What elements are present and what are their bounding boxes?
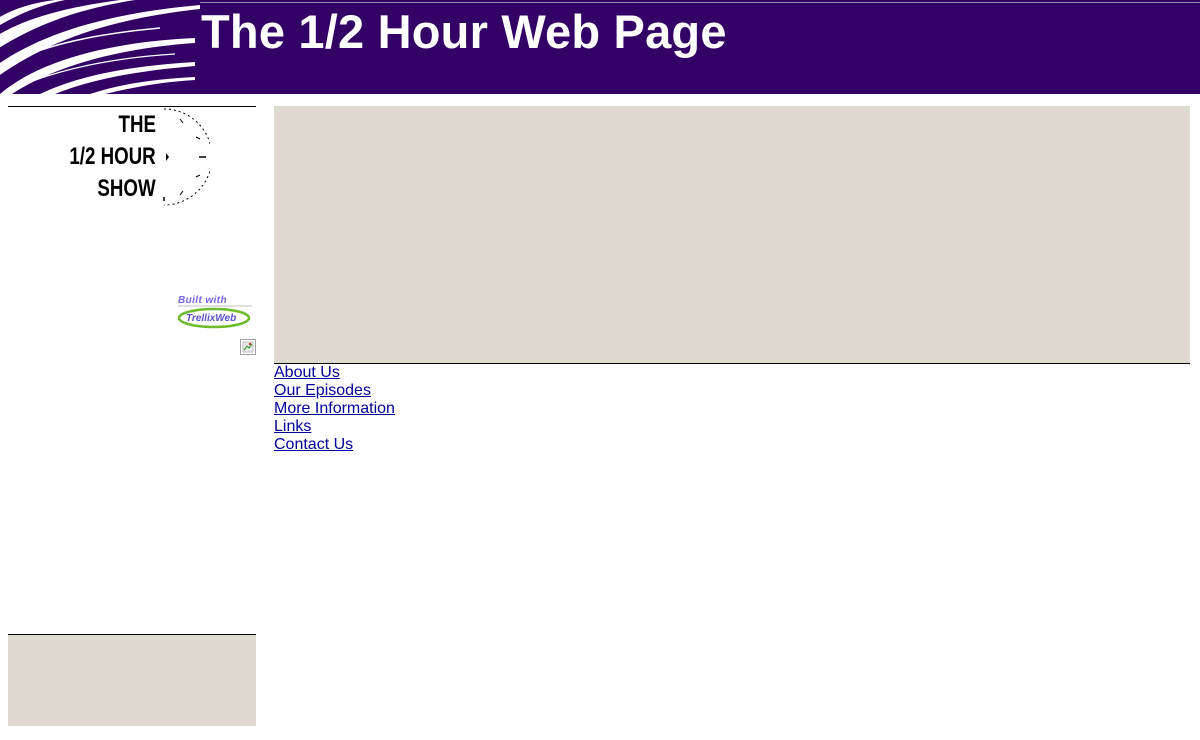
clock-icon <box>163 108 210 206</box>
main-content-panel <box>274 106 1190 363</box>
sidebar-bottom-panel <box>8 635 256 726</box>
main-content-divider <box>274 363 1190 364</box>
logo-line-3: SHOW <box>97 175 156 202</box>
logo-line-1: THE <box>118 111 156 138</box>
show-logo: THE 1/2 HOUR SHOW <box>8 107 256 207</box>
nav-link-about-us[interactable]: About Us <box>274 364 395 382</box>
built-with-trellix-badge[interactable]: Built with TrellixWeb <box>178 295 256 331</box>
swoosh-graphic <box>0 0 200 94</box>
page-header: The 1/2 Hour Web Page <box>0 0 1200 94</box>
nav-link-links[interactable]: Links <box>274 418 395 436</box>
nav-link-our-episodes[interactable]: Our Episodes <box>274 382 395 400</box>
nav-link-more-information[interactable]: More Information <box>274 400 395 418</box>
broken-image-icon <box>240 339 256 355</box>
trellix-logo: TrellixWeb <box>178 305 252 329</box>
nav-link-contact-us[interactable]: Contact Us <box>274 436 395 454</box>
page-title: The 1/2 Hour Web Page <box>201 5 727 58</box>
trellix-logo-text: TrellixWeb <box>186 313 236 324</box>
sidebar: THE 1/2 HOUR SHOW Built with TrellixWeb <box>8 106 256 726</box>
logo-line-2: 1/2 HOUR <box>69 143 156 170</box>
nav-links: About Us Our Episodes More Information L… <box>274 364 395 454</box>
